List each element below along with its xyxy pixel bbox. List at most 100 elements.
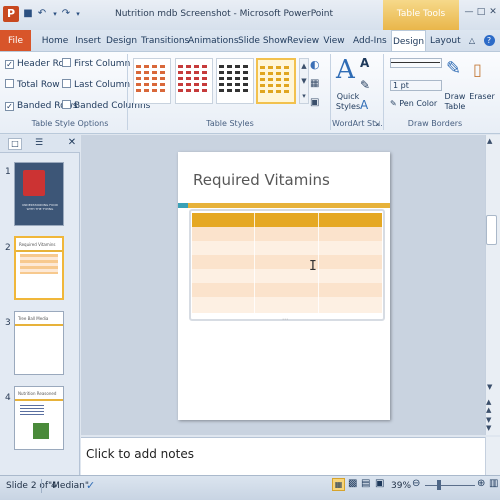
zoom-out-icon[interactable]: ⊖ <box>412 478 420 489</box>
slide-number: 3 <box>5 318 11 328</box>
gallery-scroll[interactable]: ▲ ▼ ▾ <box>299 58 309 104</box>
scroll-up-icon[interactable]: ▲ <box>487 137 492 145</box>
table-resize-handle[interactable]: ⋯ <box>282 316 288 323</box>
slide-number: 4 <box>5 393 11 403</box>
checkbox-icon[interactable] <box>5 79 14 88</box>
tab-table-design[interactable]: Design <box>391 30 426 52</box>
zoom-slider-track[interactable] <box>425 485 475 486</box>
scroll-down-icon[interactable]: ▼ <box>487 383 492 391</box>
option-label: First Column <box>74 59 131 69</box>
tab-home[interactable]: Home <box>40 30 70 52</box>
tab-file[interactable]: File <box>0 30 31 52</box>
table-tools-label: Table Tools <box>383 0 459 30</box>
thumbnail-table <box>20 254 58 274</box>
table-row[interactable] <box>192 227 382 241</box>
notes-scrollbar[interactable] <box>485 437 500 475</box>
table-style-thumb[interactable] <box>133 58 171 104</box>
reading-view-icon[interactable]: ▤ <box>361 478 370 489</box>
eraser-button[interactable]: Eraser <box>468 92 496 101</box>
first-column-option[interactable]: First Column <box>62 57 130 71</box>
tab-slide-show[interactable]: Slide Show <box>238 30 287 52</box>
total-row-option[interactable]: Total Row <box>5 78 60 92</box>
table-style-thumb-selected[interactable] <box>256 58 296 104</box>
minimize-ribbon-icon[interactable]: △ <box>466 30 478 52</box>
theme-name: "Median" <box>48 481 90 491</box>
notes-placeholder[interactable]: Click to add notes <box>86 447 194 461</box>
slide-thumbnail-3[interactable]: Tree Ball Media <box>14 311 64 375</box>
checkbox-icon[interactable] <box>62 58 71 67</box>
tab-review[interactable]: Review <box>287 30 319 52</box>
table-row[interactable] <box>192 269 382 283</box>
tab-view[interactable]: View <box>322 30 346 52</box>
quick-styles-button[interactable]: Quick Styles <box>333 92 363 112</box>
text-fill-icon[interactable]: A <box>360 56 369 70</box>
fit-to-window-icon[interactable]: ▥ <box>489 478 498 489</box>
checkbox-icon[interactable] <box>62 100 71 109</box>
zoom-level[interactable]: 39% <box>391 481 411 491</box>
slide-thumbnail-2[interactable]: Required Vitamins <box>14 236 64 300</box>
option-label: Last Column <box>74 80 131 90</box>
table-row[interactable] <box>192 297 382 313</box>
tab-design[interactable]: Design <box>106 30 137 52</box>
effects-icon[interactable]: ▣ <box>310 97 326 111</box>
slide-thumbnail-4[interactable]: Nutrition Reasoned <box>14 386 64 450</box>
zoom-in-icon[interactable]: ⊕ <box>477 478 485 489</box>
tab-animations[interactable]: Animations <box>188 30 239 52</box>
qat-customize-icon[interactable]: ▾ <box>72 8 84 20</box>
slide-show-icon[interactable]: ▣ <box>375 478 384 489</box>
dialog-launcher-icon[interactable]: ⇲ <box>374 120 380 128</box>
pen-color-button[interactable]: ✎ Pen Color <box>390 99 437 108</box>
thumbnail-caption: UNDERSTANDING FOOD WITH THE TYPING <box>21 203 58 211</box>
pen-style-dropdown[interactable] <box>390 58 442 68</box>
slide-thumbnail-1[interactable]: UNDERSTANDING FOOD WITH THE TYPING <box>14 162 64 226</box>
slide-number: 1 <box>5 167 11 177</box>
eraser-icon[interactable]: ▯ <box>473 60 489 82</box>
text-outline-icon[interactable]: ✎ <box>360 78 370 92</box>
thumbnail-caption: Tree Ball Media <box>18 316 49 321</box>
table-row[interactable] <box>192 283 382 297</box>
zoom-slider-thumb[interactable] <box>437 480 441 490</box>
scroll-thumb[interactable] <box>486 215 497 245</box>
save-icon[interactable]: ■ <box>22 8 34 20</box>
tab-transitions[interactable]: Transitions <box>141 30 189 52</box>
table-row[interactable] <box>192 241 382 255</box>
thumbnail-caption: Nutrition Reasoned <box>18 391 57 396</box>
text-effects-icon[interactable]: A <box>360 98 368 112</box>
slide-sorter-icon[interactable]: ▩ <box>348 478 357 489</box>
pen-color-label: Pen Color <box>399 99 438 108</box>
slide-title[interactable]: Required Vitamins <box>193 171 330 189</box>
checkbox-icon[interactable]: ✓ <box>5 60 14 69</box>
checkbox-icon[interactable]: ✓ <box>5 102 14 111</box>
thumbnail-image <box>33 423 49 439</box>
close-pane-icon[interactable]: ✕ <box>66 137 78 149</box>
table-style-thumb[interactable] <box>175 58 213 104</box>
next-slide-icon[interactable]: ▼ ▼ <box>486 416 491 432</box>
help-icon[interactable]: ? <box>482 30 496 52</box>
previous-slide-icon[interactable]: ▲ ▲ <box>486 398 491 414</box>
borders-icon[interactable]: ▦ <box>310 78 326 92</box>
spelling-check-icon[interactable]: ✓ <box>86 479 95 492</box>
group-separator <box>330 54 331 130</box>
thumbnail-rule <box>15 324 63 326</box>
tab-insert[interactable]: Insert <box>73 30 103 52</box>
table-style-thumb[interactable] <box>216 58 254 104</box>
outline-tab[interactable]: ☰ <box>32 138 46 150</box>
tab-add-ins[interactable]: Add-Ins <box>353 30 387 52</box>
thumbnail-bullets <box>20 405 44 415</box>
undo-icon[interactable]: ↶ <box>36 8 48 20</box>
normal-view-icon[interactable]: ▦ <box>332 478 345 491</box>
slides-tab[interactable]: □ <box>8 138 22 150</box>
draw-table-icon[interactable]: ✎ <box>446 58 462 84</box>
checkbox-icon[interactable] <box>62 79 71 88</box>
close-icon[interactable]: ✕ <box>486 5 500 19</box>
table-header-row[interactable] <box>192 213 382 227</box>
pen-weight-dropdown[interactable]: 1 pt <box>390 80 442 91</box>
tab-table-layout[interactable]: Layout <box>430 30 461 52</box>
shading-icon[interactable]: ◐ <box>310 58 326 72</box>
draw-table-button[interactable]: Draw Table <box>442 92 468 112</box>
powerpoint-icon[interactable]: P <box>3 6 19 22</box>
table-row[interactable] <box>192 255 382 269</box>
quick-styles-icon[interactable]: A <box>336 56 356 84</box>
redo-icon[interactable]: ↷ <box>60 8 72 20</box>
last-column-option[interactable]: Last Column <box>62 78 130 92</box>
